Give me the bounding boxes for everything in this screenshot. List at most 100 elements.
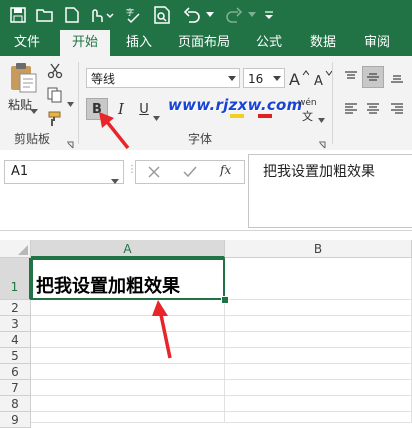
row-header-8[interactable]: 8 [0,396,31,412]
cell[interactable] [225,316,412,332]
spelling-icon[interactable]: 字 [122,3,146,27]
cancel-icon[interactable] [146,164,162,184]
formula-buttons: fx [135,160,245,184]
cell-b1[interactable] [225,258,412,300]
font-group-label: 字体 [188,132,213,146]
cell[interactable] [225,300,412,316]
column-header-a[interactable]: A [31,240,225,258]
tab-file[interactable]: 文件 [0,30,54,56]
group-separator [78,62,79,144]
cell[interactable] [31,412,225,423]
row-header-1[interactable]: 1 [0,258,31,300]
name-box[interactable]: A1 [4,160,124,184]
phonetic-char-icon: 文 [302,110,313,123]
copy-icon[interactable] [44,84,66,106]
svg-text:字: 字 [126,7,134,17]
font-name-value: 等线 [91,72,116,86]
cell[interactable] [31,364,225,380]
ribbon-home: 粘贴 剪贴板 等线 16 A A B I U www.rjzxw.com wén… [0,56,412,151]
name-box-dropdown-icon[interactable] [111,170,119,192]
touch-mode-icon[interactable] [86,3,116,27]
cell[interactable] [31,300,225,316]
watermark-text: www.rjzxw.com [168,96,303,114]
row-header-2[interactable]: 2 [0,300,31,316]
worksheet-grid: A B 1 2 3 4 5 6 7 8 9 把我设置加粗效果 [0,240,412,428]
tab-insert[interactable]: 插入 [114,30,164,56]
save-icon[interactable] [6,3,30,27]
undo-dropdown-icon[interactable] [204,3,216,27]
tab-formulas[interactable]: 公式 [244,30,294,56]
paste-icon[interactable] [8,62,38,94]
clipboard-group-label: 剪贴板 [14,132,51,146]
cut-icon[interactable] [44,60,66,82]
row-header-7[interactable]: 7 [0,380,31,396]
cell[interactable] [31,396,225,412]
cell[interactable] [31,348,225,364]
group-separator [332,62,333,144]
cell[interactable] [225,332,412,348]
align-center-icon[interactable] [362,98,384,120]
align-bottom-icon[interactable] [386,66,408,88]
align-middle-icon[interactable] [362,66,384,88]
undo-icon[interactable] [180,3,204,27]
font-size-dropdown-icon[interactable] [270,69,284,87]
phonetic-dropdown-icon[interactable] [318,108,325,127]
bold-button[interactable]: B [86,98,108,120]
quick-access-toolbar: 字 [0,0,412,30]
formula-bar: A1 ⋮ fx 把我设置加粗效果 [0,150,412,231]
align-top-icon[interactable] [340,66,362,88]
paste-dropdown-icon[interactable] [30,99,38,118]
italic-button[interactable]: I [110,98,132,120]
ribbon-tabs: 文件 开始 插入 页面布局 公式 数据 审阅 [0,30,412,56]
cell[interactable] [31,332,225,348]
row-header-4[interactable]: 4 [0,332,31,348]
cell[interactable] [225,364,412,380]
format-painter-icon[interactable] [44,108,66,130]
print-preview-icon[interactable] [150,3,174,27]
cell[interactable] [225,380,412,396]
font-size-value: 16 [248,72,264,86]
font-name-dropdown-icon[interactable] [225,69,239,87]
decrease-font-size-icon[interactable]: A [312,67,334,89]
redo-icon[interactable] [222,3,246,27]
fill-color-swatch[interactable] [230,114,244,118]
font-name-combo[interactable]: 等线 [86,68,240,88]
cell[interactable] [225,396,412,412]
increase-font-size-icon[interactable]: A [288,67,310,89]
redo-dropdown-icon[interactable] [246,3,258,27]
fill-handle[interactable] [221,296,229,304]
font-size-combo[interactable]: 16 [243,68,285,88]
paste-button[interactable]: 粘贴 [8,96,32,113]
select-all-corner[interactable] [0,240,31,258]
row-header-3[interactable]: 3 [0,316,31,332]
row-header-6[interactable]: 6 [0,364,31,380]
column-header-b[interactable]: B [225,240,412,258]
cell[interactable] [225,348,412,364]
insert-function-button[interactable]: fx [220,163,231,177]
active-cell-border [31,258,225,300]
row-header-9[interactable]: 9 [0,412,31,428]
enter-icon[interactable] [182,164,198,184]
row-header-5[interactable]: 5 [0,348,31,364]
font-color-swatch[interactable] [258,114,272,118]
svg-text:A: A [314,74,323,87]
cell[interactable] [225,412,412,423]
cell[interactable] [31,316,225,332]
open-folder-icon[interactable] [33,3,57,27]
cell[interactable] [31,380,225,396]
phonetic-guide-label: wén [298,98,317,108]
new-file-icon[interactable] [60,3,84,27]
underline-dropdown-icon[interactable] [153,106,160,125]
tab-home[interactable]: 开始 [60,30,110,56]
tab-review[interactable]: 审阅 [352,30,402,56]
formula-input[interactable]: 把我设置加粗效果 [248,154,412,228]
tab-data[interactable]: 数据 [298,30,348,56]
underline-button[interactable]: U [133,98,155,120]
tab-page-layout[interactable]: 页面布局 [170,30,238,56]
customize-toolbar-icon[interactable] [262,3,276,27]
svg-text:A: A [289,70,300,87]
name-box-value: A1 [11,164,29,179]
copy-dropdown-icon[interactable] [67,92,74,111]
align-left-icon[interactable] [340,98,362,120]
align-right-icon[interactable] [386,98,408,120]
